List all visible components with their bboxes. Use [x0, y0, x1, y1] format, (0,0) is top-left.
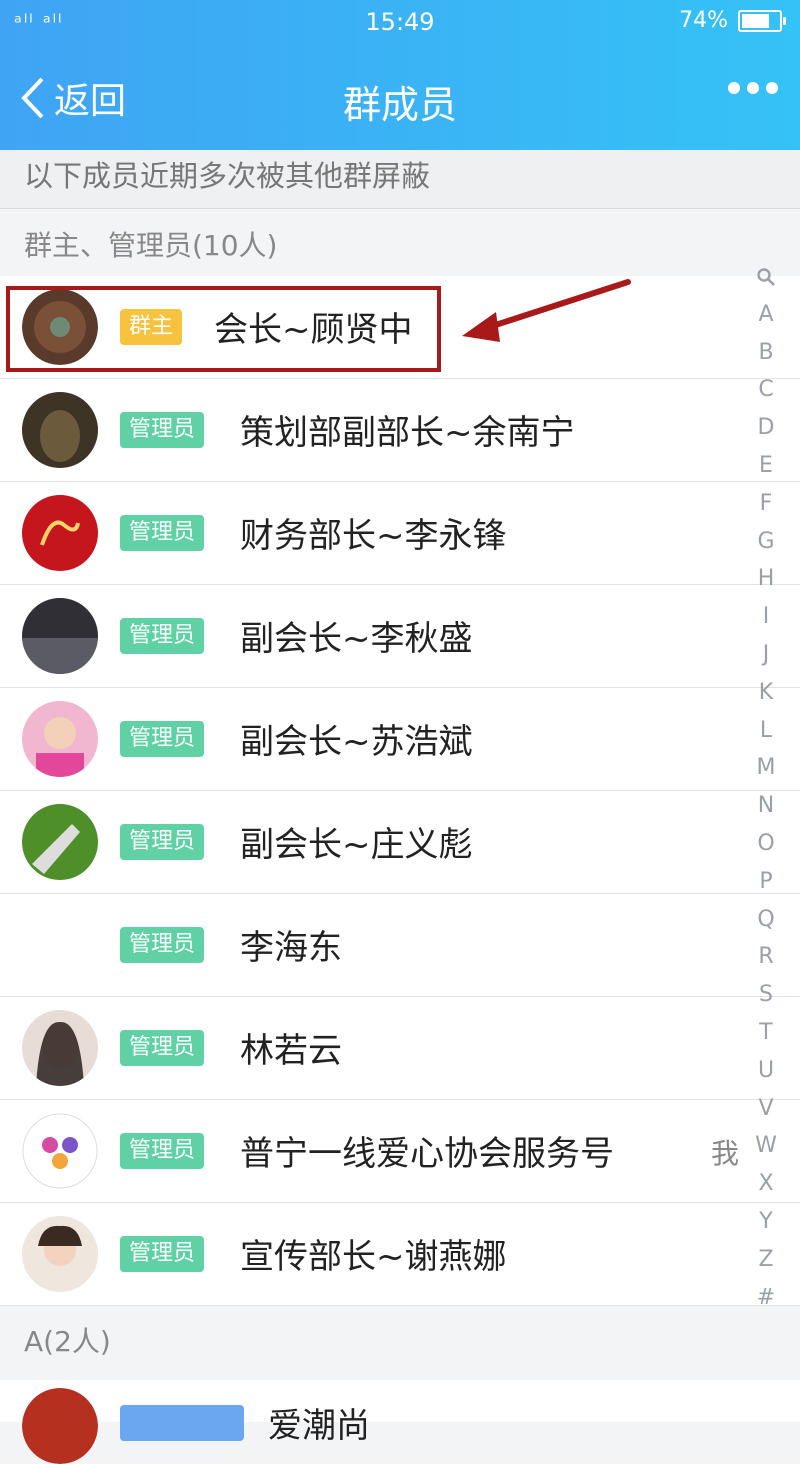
index-letter[interactable]: R — [748, 938, 784, 976]
section-header-admins: 群主、管理员(10人) — [0, 212, 800, 276]
section-header-a: A(2人) — [0, 1308, 800, 1372]
member-row[interactable]: 管理员 李海东 — [0, 894, 800, 997]
admin-badge: 管理员 — [120, 618, 205, 654]
index-letter[interactable]: C — [748, 371, 784, 409]
member-name: 副会长~李秋盛 — [240, 619, 473, 659]
index-letter[interactable]: J — [748, 636, 784, 674]
page-title: 群成员 — [342, 83, 457, 127]
nav-bar: 返回 群成员 — [0, 44, 800, 150]
member-name: 爱潮尚 — [268, 1406, 370, 1446]
avatar — [22, 1388, 98, 1464]
arrow-annotation-icon — [462, 279, 631, 342]
section-header-a-label: A(2人) — [24, 1325, 111, 1358]
admin-badge: 管理员 — [120, 515, 205, 551]
avatar — [22, 495, 98, 571]
member-row[interactable]: 管理员 副会长~庄义彪 — [0, 791, 800, 894]
dot-icon — [728, 82, 740, 94]
index-letter[interactable]: L — [748, 712, 784, 750]
index-letter[interactable]: N — [748, 787, 784, 825]
avatar — [22, 1010, 98, 1086]
admin-badge: 管理员 — [120, 1133, 205, 1169]
admin-badge: 管理员 — [120, 721, 205, 757]
blocked-notice-text: 以下成员近期多次被其他群屏蔽 — [24, 159, 431, 193]
member-name: 李海东 — [240, 928, 342, 968]
member-name: 策划部副部长~余南宁 — [240, 413, 575, 453]
member-name: 财务部长~李永锋 — [240, 516, 507, 556]
battery-indicator: 74% — [679, 8, 786, 33]
admin-badge: 管理员 — [120, 1236, 205, 1272]
index-letter[interactable]: P — [748, 863, 784, 901]
avatar — [22, 1216, 98, 1292]
member-name: 林若云 — [240, 1031, 342, 1071]
member-row[interactable]: 管理员 策划部副部长~余南宁 — [0, 379, 800, 482]
self-label: 我 — [711, 1137, 740, 1170]
index-letter[interactable]: W — [748, 1127, 784, 1165]
section-header-admins-label: 群主、管理员(10人) — [24, 229, 278, 262]
index-letter[interactable]: Z — [748, 1241, 784, 1279]
avatar — [22, 598, 98, 674]
member-row[interactable]: 管理员 副会长~李秋盛 — [0, 585, 800, 688]
avatar — [22, 701, 98, 777]
index-search-icon[interactable] — [748, 258, 784, 296]
member-name: 宣传部长~谢燕娜 — [240, 1237, 507, 1277]
index-letter[interactable]: S — [748, 976, 784, 1014]
index-letter[interactable]: H — [748, 560, 784, 598]
index-letter[interactable]: V — [748, 1090, 784, 1128]
index-letter[interactable]: B — [748, 334, 784, 372]
member-row[interactable]: 管理员 宣传部长~谢燕娜 — [0, 1203, 800, 1306]
more-options-button[interactable] — [728, 82, 778, 94]
member-list: 群主 会长~顾贤中 管理员 策划部副部长~余南宁 管理员 财务部长~李永锋 管理… — [0, 276, 800, 1306]
dot-icon — [747, 82, 759, 94]
index-letter[interactable]: I — [748, 598, 784, 636]
index-letter[interactable]: Q — [748, 901, 784, 939]
highlight-box — [6, 286, 441, 372]
member-row[interactable]: 管理员 副会长~苏浩斌 — [0, 688, 800, 791]
admin-badge: 管理员 — [120, 412, 205, 448]
battery-icon — [738, 9, 786, 32]
index-letter[interactable]: O — [748, 825, 784, 863]
index-letter[interactable]: X — [748, 1165, 784, 1203]
member-row[interactable]: 管理员 财务部长~李永锋 — [0, 482, 800, 585]
index-letter[interactable]: # — [748, 1279, 784, 1317]
blocked-notice[interactable]: 以下成员近期多次被其他群屏蔽 — [0, 150, 800, 209]
index-letter[interactable]: F — [748, 485, 784, 523]
admin-badge: 管理员 — [120, 927, 205, 963]
index-letter[interactable]: K — [748, 674, 784, 712]
avatar — [22, 392, 98, 468]
index-letter[interactable]: M — [748, 749, 784, 787]
index-letter[interactable]: E — [748, 447, 784, 485]
index-letter[interactable]: Y — [748, 1203, 784, 1241]
index-letter[interactable]: G — [748, 523, 784, 561]
member-row[interactable]: 管理员 普宁一线爱心协会服务号 我 — [0, 1100, 800, 1203]
avatar — [22, 804, 98, 880]
dot-icon — [766, 82, 778, 94]
member-name: 副会长~庄义彪 — [240, 825, 473, 865]
member-name: 副会长~苏浩斌 — [240, 722, 473, 762]
index-letter[interactable]: D — [748, 409, 784, 447]
index-letter[interactable]: T — [748, 1014, 784, 1052]
admin-badge: 管理员 — [120, 824, 205, 860]
battery-percent: 74% — [679, 8, 728, 33]
status-bar: ᵃˡˡ ᵃˡˡ 15:49 74% — [0, 0, 800, 44]
index-letter[interactable]: U — [748, 1052, 784, 1090]
member-row[interactable]: 管理员 林若云 — [0, 997, 800, 1100]
alphabet-index[interactable]: A B C D E F G H I J K L M N O P Q R S T U V W X Y Z # — [748, 258, 784, 1316]
index-letter[interactable]: A — [748, 296, 784, 334]
member-name: 普宁一线爱心协会服务号 — [240, 1134, 614, 1174]
role-badge — [120, 1405, 244, 1441]
avatar — [22, 1113, 98, 1189]
admin-badge: 管理员 — [120, 1030, 205, 1066]
